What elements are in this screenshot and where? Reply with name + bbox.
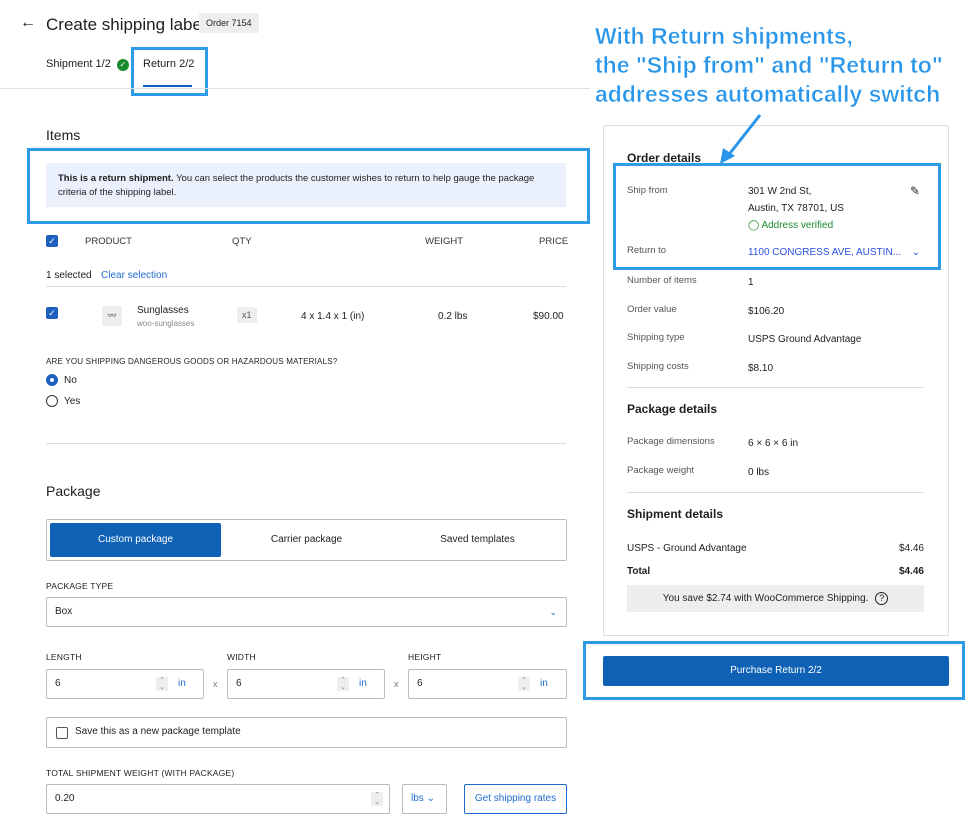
detail-value: 6 × 6 × 6 in — [748, 438, 799, 449]
length-value: 6 — [55, 678, 61, 689]
package-heading: Package — [46, 483, 101, 499]
detail-label: Package weight — [627, 465, 695, 476]
product-dims: 4 x 1.4 x 1 (in) — [301, 311, 365, 322]
save-template-option[interactable]: Save this as a new package template — [46, 717, 567, 748]
product-name: Sunglasses — [137, 305, 189, 316]
items-heading: Items — [46, 127, 81, 143]
length-unit: in — [178, 678, 186, 689]
tab-shipment[interactable]: Shipment 1/2 ✓ — [46, 58, 129, 71]
detail-label: Shipping costs — [627, 361, 689, 372]
col-price: PRICE — [539, 236, 569, 247]
callout-line: With Return shipments, — [595, 23, 853, 50]
package-type-value: Box — [55, 606, 73, 617]
height-label: HEIGHT — [408, 652, 442, 662]
chevron-down-icon: ⌄ — [426, 793, 435, 804]
stepper-icon[interactable]: ⌃ ⌄ — [337, 677, 349, 691]
total-label: Total — [627, 566, 651, 577]
weight-unit-value: lbs — [411, 793, 424, 804]
savings-text: You save $2.74 with WooCommerce Shipping… — [662, 593, 869, 604]
product-qty: x1 — [237, 307, 257, 323]
annotation-highlight — [583, 641, 965, 700]
height-unit: in — [540, 678, 548, 689]
height-value: 6 — [417, 678, 423, 689]
hazmat-no-label: No — [64, 375, 77, 386]
annotation-highlight — [613, 163, 941, 270]
times-sign: x — [394, 679, 399, 689]
detail-label: Package dimensions — [627, 436, 715, 447]
weight-unit-select[interactable]: lbs ⌄ — [402, 784, 447, 814]
height-input[interactable]: 6 ⌃ ⌄ in — [408, 669, 567, 699]
package-type-tabs: Custom package Carrier package Saved tem… — [46, 519, 567, 561]
package-type-label: PACKAGE TYPE — [46, 581, 114, 591]
product-thumbnail: 👓 — [102, 306, 122, 326]
detail-label: Shipping type — [627, 332, 685, 343]
tab-carrier-package[interactable]: Carrier package — [221, 523, 392, 557]
tab-label: Shipment 1/2 — [46, 58, 111, 70]
divider — [46, 286, 566, 287]
back-arrow-icon[interactable]: ← — [20, 14, 36, 32]
width-label: WIDTH — [227, 652, 256, 662]
col-qty: QTY — [232, 236, 252, 247]
item-checkbox[interactable]: ✓ — [46, 307, 58, 319]
product-price: $90.00 — [533, 311, 564, 322]
col-weight: WEIGHT — [425, 236, 463, 247]
stepper-icon[interactable]: ⌃ ⌄ — [518, 677, 530, 691]
package-type-select[interactable]: Box ⌄ — [46, 597, 567, 627]
weight-value: 0.20 — [55, 793, 75, 804]
order-badge: Order 7154 — [199, 13, 259, 33]
help-icon[interactable]: ? — [875, 592, 889, 605]
clear-selection-link[interactable]: Clear selection — [101, 270, 167, 281]
weight-input[interactable]: 0.20 ⌃ ⌄ — [46, 784, 390, 814]
save-template-checkbox[interactable] — [56, 727, 68, 739]
width-input[interactable]: 6 ⌃ ⌄ in — [227, 669, 385, 699]
col-product: PRODUCT — [85, 236, 132, 247]
get-shipping-rates-button[interactable]: Get shipping rates — [464, 784, 567, 814]
divider — [0, 88, 590, 89]
annotation-highlight — [27, 148, 590, 224]
hazmat-yes-label: Yes — [64, 396, 81, 407]
annotation-arrow-icon — [720, 114, 762, 164]
tab-saved-templates[interactable]: Saved templates — [392, 523, 563, 557]
hazmat-question: ARE YOU SHIPPING DANGEROUS GOODS OR HAZA… — [46, 357, 338, 366]
callout-line: the "Ship from" and "Return to" — [595, 52, 943, 79]
detail-value: 1 — [748, 277, 754, 288]
times-sign: x — [213, 679, 218, 689]
page-title: Create shipping label — [46, 15, 206, 34]
width-unit: in — [359, 678, 367, 689]
callout-line: addresses automatically switch — [595, 81, 941, 108]
divider — [46, 443, 566, 444]
length-input[interactable]: 6 ⌃ ⌄ in — [46, 669, 204, 699]
product-sku: woo-sunglasses — [137, 319, 195, 328]
service-price: $4.46 — [898, 543, 924, 554]
hazmat-yes-radio[interactable] — [46, 395, 58, 407]
detail-value: $8.10 — [748, 363, 774, 374]
detail-label: Number of items — [627, 275, 697, 286]
service-name: USPS - Ground Advantage — [627, 543, 747, 554]
savings-banner: You save $2.74 with WooCommerce Shipping… — [627, 585, 924, 612]
check-circle-icon: ✓ — [116, 59, 129, 71]
stepper-icon[interactable]: ⌃ ⌄ — [371, 792, 383, 806]
tab-custom-package[interactable]: Custom package — [50, 523, 221, 557]
stepper-icon[interactable]: ⌃ ⌄ — [156, 677, 168, 691]
detail-value: USPS Ground Advantage — [748, 334, 862, 345]
width-value: 6 — [236, 678, 242, 689]
chevron-down-icon: ⌄ — [549, 607, 557, 617]
product-weight: 0.2 lbs — [438, 311, 468, 322]
detail-value: 0 lbs — [748, 467, 770, 478]
detail-label: Order value — [627, 304, 677, 315]
total-value: $4.46 — [898, 566, 924, 577]
weight-label: TOTAL SHIPMENT WEIGHT (WITH PACKAGE) — [46, 768, 235, 778]
select-all-checkbox[interactable]: ✓ — [46, 235, 58, 247]
package-details-heading: Package details — [627, 402, 718, 416]
selected-count: 1 selected — [46, 270, 92, 281]
hazmat-no-radio[interactable] — [46, 374, 58, 386]
divider — [627, 492, 924, 493]
divider — [627, 387, 924, 388]
save-template-label: Save this as a new package template — [75, 726, 241, 737]
detail-value: $106.20 — [748, 306, 785, 317]
annotation-callout: With Return shipments, the "Ship from" a… — [595, 22, 943, 109]
length-label: LENGTH — [46, 652, 82, 662]
shipment-details-heading: Shipment details — [627, 507, 724, 521]
